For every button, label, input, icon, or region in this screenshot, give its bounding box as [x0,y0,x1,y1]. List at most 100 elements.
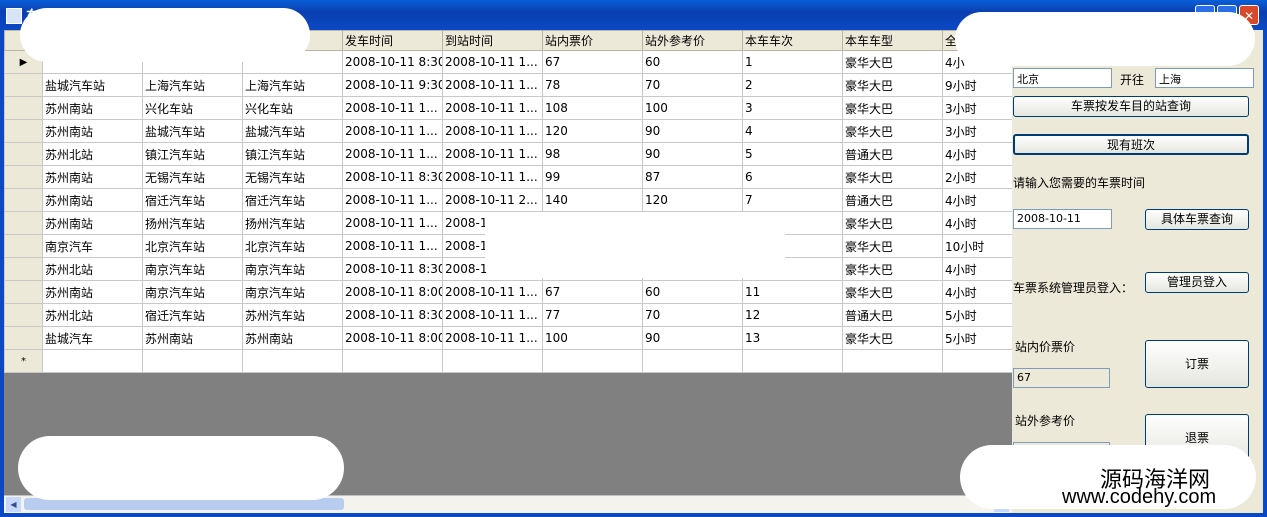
grid-cell[interactable]: 3小时 [942,119,1012,143]
grid-cell[interactable]: 豪华大巴 [842,50,943,74]
grid-cell[interactable]: 豪华大巴 [842,326,943,350]
grid-cell[interactable]: 上海汽车站 [142,73,243,97]
grid-cell[interactable]: 4小时 [942,257,1012,281]
grid-cell[interactable]: 无锡汽车站 [242,165,343,189]
grid-cell[interactable]: 苏州汽车站 [242,303,343,327]
table-row[interactable]: 苏州南站 宿迁汽车站 宿迁汽车站 2008-10-11 1... 2008-10-11 … [4,188,1012,212]
grid-cell[interactable]: 北京汽车站 [142,234,243,258]
table-row[interactable]: 苏州南站 兴化车站 兴化车站 2008-10-11 1... 2008-10-11 1.… [4,96,1012,120]
grid-cell[interactable]: 2008-10-11 1... [342,119,443,143]
grid-cell[interactable]: 98 [542,142,643,166]
grid-cell[interactable]: 2008-10-11 1... [342,142,443,166]
column-header[interactable]: 到站时间 [442,30,543,51]
grid-cell[interactable]: 2008-10-11 8:30 [342,50,443,74]
from-station-input[interactable]: 北京 [1013,68,1112,88]
grid-cell[interactable]: 镇江汽车站 [142,142,243,166]
row-header[interactable] [4,188,43,212]
grid-cell[interactable]: 4 [742,119,843,143]
grid-cell[interactable]: 70 [642,73,743,97]
book-button[interactable]: 订票 [1145,340,1249,388]
grid-cell[interactable]: 2008-10-11 8:00 [342,326,443,350]
grid-cell[interactable]: 120 [642,188,743,212]
grid-cell[interactable]: 苏州南站 [42,119,143,143]
grid-cell[interactable]: 豪华大巴 [842,280,943,304]
grid-cell[interactable]: 2008-10-11 1... [442,119,543,143]
row-header[interactable] [4,73,43,97]
row-header[interactable] [4,303,43,327]
grid-cell[interactable]: 普通大巴 [842,142,943,166]
grid-cell[interactable]: 南京汽车站 [242,257,343,281]
grid-cell[interactable]: 60 [642,50,743,74]
row-header[interactable] [4,119,43,143]
grid-cell[interactable]: 2008-10-11 1... [342,234,443,258]
grid-cell[interactable]: 宿迁汽车站 [142,188,243,212]
grid-cell[interactable]: 2008-10-11 1... [342,188,443,212]
new-row[interactable]: * [4,349,1012,373]
grid-cell[interactable]: 2008-10-11 1... [342,211,443,235]
grid-cell[interactable]: 豪华大巴 [842,211,943,235]
grid-cell[interactable] [142,349,243,373]
grid-cell[interactable]: 苏州南站 [42,96,143,120]
scroll-left-icon[interactable]: ◀ [6,497,21,512]
grid-cell[interactable]: 6 [742,165,843,189]
grid-cell[interactable] [42,349,143,373]
row-header[interactable] [4,257,43,281]
grid-cell[interactable]: 苏州北站 [42,303,143,327]
grid-cell[interactable]: 盐城汽车 [42,326,143,350]
grid-cell[interactable]: 兴化车站 [142,96,243,120]
grid-cell[interactable]: 南京汽车站 [142,280,243,304]
query-route-button[interactable]: 车票按发车目的站查询 [1013,96,1249,117]
grid-cell[interactable]: 4小时 [942,142,1012,166]
grid-cell[interactable]: 上海汽车站 [242,73,343,97]
new-row-indicator[interactable]: * [4,349,43,373]
admin-login-button[interactable]: 管理员登入 [1145,272,1249,293]
grid-cell[interactable]: 扬州汽车站 [242,211,343,235]
grid-cell[interactable]: 4小时 [942,211,1012,235]
grid-cell[interactable]: 豪华大巴 [842,257,943,281]
grid-cell[interactable]: 2008-10-11 8:30 [342,303,443,327]
grid-cell[interactable]: 2 [742,73,843,97]
grid-cell[interactable]: 苏州南站 [42,280,143,304]
current-trips-button[interactable]: 现有班次 [1013,134,1249,155]
grid-cell[interactable]: 2008-10-11 2... [442,188,543,212]
grid-cell[interactable]: 90 [642,142,743,166]
grid-cell[interactable]: 100 [642,96,743,120]
grid-cell[interactable]: 4小时 [942,280,1012,304]
grid-cell[interactable]: 2008-10-11 9:30 [342,73,443,97]
grid-cell[interactable]: 兴化车站 [242,96,343,120]
table-row[interactable]: 苏州北站 宿迁汽车站 苏州汽车站 2008-10-11 8:30 2008-10-11 … [4,303,1012,327]
grid-cell[interactable]: 67 [542,280,643,304]
column-header[interactable]: 本车车型 [842,30,943,51]
grid-cell[interactable]: 扬州汽车站 [142,211,243,235]
row-header[interactable] [4,280,43,304]
grid-cell[interactable]: 1 [742,50,843,74]
grid-cell[interactable]: 苏州南站 [42,165,143,189]
table-row[interactable]: 苏州北站 镇江汽车站 镇江汽车站 2008-10-11 1... 2008-10-11 … [4,142,1012,166]
grid-cell[interactable]: 豪华大巴 [842,96,943,120]
grid-cell[interactable]: 普通大巴 [842,303,943,327]
table-row[interactable]: 苏州南站 无锡汽车站 无锡汽车站 2008-10-11 8:30 2008-10-11 … [4,165,1012,189]
grid-cell[interactable]: 140 [542,188,643,212]
grid-cell[interactable]: 豪华大巴 [842,234,943,258]
grid-cell[interactable] [742,349,843,373]
grid-cell[interactable]: 盐城汽车站 [42,73,143,97]
grid-cell[interactable]: 13 [742,326,843,350]
grid-cell[interactable]: 87 [642,165,743,189]
grid-cell[interactable]: 77 [542,303,643,327]
grid-cell[interactable]: 5 [742,142,843,166]
grid-cell[interactable]: 苏州北站 [42,142,143,166]
column-header[interactable]: 站内票价 [542,30,643,51]
grid-cell[interactable]: 盐城汽车站 [242,119,343,143]
column-header[interactable]: 发车时间 [342,30,443,51]
grid-cell[interactable]: 100 [542,326,643,350]
grid-cell[interactable]: 2008-10-11 1... [442,142,543,166]
grid-cell[interactable]: 12 [742,303,843,327]
table-row[interactable]: 苏州南站 盐城汽车站 盐城汽车站 2008-10-11 1... 2008-10-11 … [4,119,1012,143]
grid-cell[interactable]: 10小时 [942,234,1012,258]
grid-cell[interactable]: 2008-10-11 1... [442,96,543,120]
grid-cell[interactable]: 3 [742,96,843,120]
grid-cell[interactable]: 7 [742,188,843,212]
grid-cell[interactable]: 苏州南站 [42,188,143,212]
grid-cell[interactable]: 2008-10-11 1... [342,96,443,120]
grid-cell[interactable]: 90 [642,326,743,350]
